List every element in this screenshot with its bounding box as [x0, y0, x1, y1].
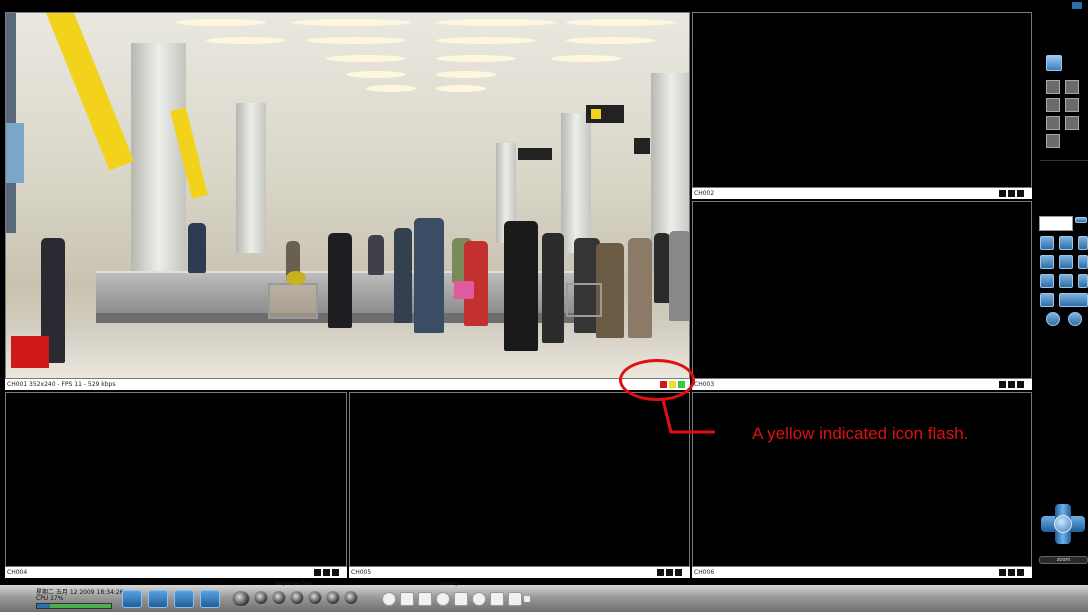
status-bar-ch005: CH005 [349, 567, 690, 578]
prev-channel-icon[interactable] [1046, 312, 1060, 326]
record-setting-icon[interactable] [418, 592, 432, 606]
camera-view-ch001[interactable] [5, 12, 690, 379]
keypad-4-button[interactable] [1040, 255, 1054, 269]
sequence-6-icon[interactable] [344, 591, 358, 605]
keypad-2-button[interactable] [1059, 236, 1073, 250]
status-icon[interactable] [314, 569, 321, 576]
status-icon[interactable] [675, 569, 682, 576]
channel-label: CH004 [7, 569, 28, 576]
status-icon[interactable] [666, 569, 673, 576]
zoom-label: zoom [1056, 557, 1071, 563]
alarm-indicator [11, 336, 49, 368]
channel-label: CH005 [351, 569, 372, 576]
camera-view-ch003[interactable] [692, 201, 1032, 379]
divider [1040, 160, 1088, 161]
refresh-icon[interactable] [382, 592, 396, 606]
ptz-joystick-icon[interactable] [1041, 504, 1085, 544]
cpu-meter [36, 603, 112, 609]
status-bar-ch004: CH004 [5, 567, 347, 578]
status-icon[interactable] [1017, 190, 1024, 197]
sequence-icon[interactable] [232, 591, 250, 607]
status-icon[interactable] [999, 569, 1006, 576]
fullscreen-icon[interactable] [1046, 55, 1062, 71]
window-menu-icon[interactable] [1072, 2, 1082, 9]
status-bar-ch002: CH002 [692, 188, 1032, 199]
annotation-connector [661, 399, 715, 434]
camera-view-ch004[interactable] [5, 392, 347, 567]
layout-16-icon[interactable] [1065, 116, 1079, 130]
snapshot-icon[interactable] [174, 590, 194, 608]
keypad-1-button[interactable] [1040, 236, 1054, 250]
keypad-9-button[interactable] [1078, 274, 1088, 288]
network-icon[interactable] [436, 592, 450, 606]
keypad-0-button[interactable] [1040, 293, 1054, 307]
status-icon[interactable] [657, 569, 664, 576]
cpu-meter-fill [37, 604, 50, 608]
keypad-5-button[interactable] [1059, 255, 1073, 269]
status-bar-ch006: CH006 [692, 567, 1032, 578]
setting-label: Setting [440, 581, 458, 587]
sequence-tour-label: Sequence Tour [275, 581, 312, 587]
layout-1-icon[interactable] [1046, 80, 1060, 94]
ptz-setting-icon[interactable] [490, 592, 504, 606]
keypad-enter-button[interactable] [1059, 293, 1088, 307]
channel-label: CH003 [694, 381, 715, 388]
status-icon[interactable] [1017, 381, 1024, 388]
record-icon[interactable] [122, 590, 142, 608]
highlight-circle [619, 359, 695, 401]
channel-label: CH006 [694, 569, 715, 576]
camera-view-ch005[interactable] [349, 392, 690, 567]
keypad-7-button[interactable] [1040, 274, 1054, 288]
layout-13-icon[interactable] [1046, 116, 1060, 130]
control-panel: zoom [1035, 10, 1088, 585]
browser-icon[interactable] [472, 592, 486, 606]
sequence-3-icon[interactable] [290, 591, 304, 605]
speaker-icon[interactable] [508, 592, 522, 606]
layout-single-icon[interactable] [1046, 134, 1060, 148]
annotation-text: A yellow indicated icon flash. [752, 424, 969, 443]
sequence-1-icon[interactable] [254, 591, 268, 605]
zoom-control[interactable]: zoom [1039, 556, 1088, 564]
keypad-6-button[interactable] [1078, 255, 1088, 269]
status-icon[interactable] [323, 569, 330, 576]
status-bar-ch003: CH003 [692, 379, 1032, 390]
more-icon[interactable] [524, 596, 530, 602]
status-icon[interactable] [999, 190, 1006, 197]
status-icon[interactable] [332, 569, 339, 576]
sequence-5-icon[interactable] [326, 591, 340, 605]
camera-view-ch002[interactable] [692, 12, 1032, 188]
camera-view-ch006[interactable] [692, 392, 1032, 567]
cpu-label: CPU 17% [36, 595, 64, 602]
status-icon[interactable] [1017, 569, 1024, 576]
document-icon[interactable] [454, 592, 468, 606]
status-icon[interactable] [999, 381, 1006, 388]
status-bar-ch001: CH001 352x240 - FPS 11 - 529 kbps [5, 379, 690, 390]
channel-label: CH001 352x240 - FPS 11 - 529 kbps [7, 381, 116, 388]
sequence-4-icon[interactable] [308, 591, 322, 605]
status-icon[interactable] [1008, 569, 1015, 576]
clear-button[interactable] [1075, 217, 1087, 223]
channel-label: CH002 [694, 190, 715, 197]
camera-setting-icon[interactable] [400, 592, 414, 606]
play-icon[interactable] [148, 590, 168, 608]
bottom-toolbar: 星期二 五月 12 2009 18:34:26 CPU 17% Sequence… [0, 581, 1088, 612]
layout-6-icon[interactable] [1046, 98, 1060, 112]
status-icon[interactable] [1008, 190, 1015, 197]
status-icon[interactable] [1008, 381, 1015, 388]
keypad-8-button[interactable] [1059, 274, 1073, 288]
layout-4-icon[interactable] [1065, 80, 1079, 94]
info-icon[interactable] [200, 590, 220, 608]
next-channel-icon[interactable] [1068, 312, 1082, 326]
sequence-2-icon[interactable] [272, 591, 286, 605]
layout-9-icon[interactable] [1065, 98, 1079, 112]
channel-number-input[interactable] [1039, 216, 1073, 231]
keypad-3-button[interactable] [1078, 236, 1088, 250]
camera-image [6, 13, 689, 378]
